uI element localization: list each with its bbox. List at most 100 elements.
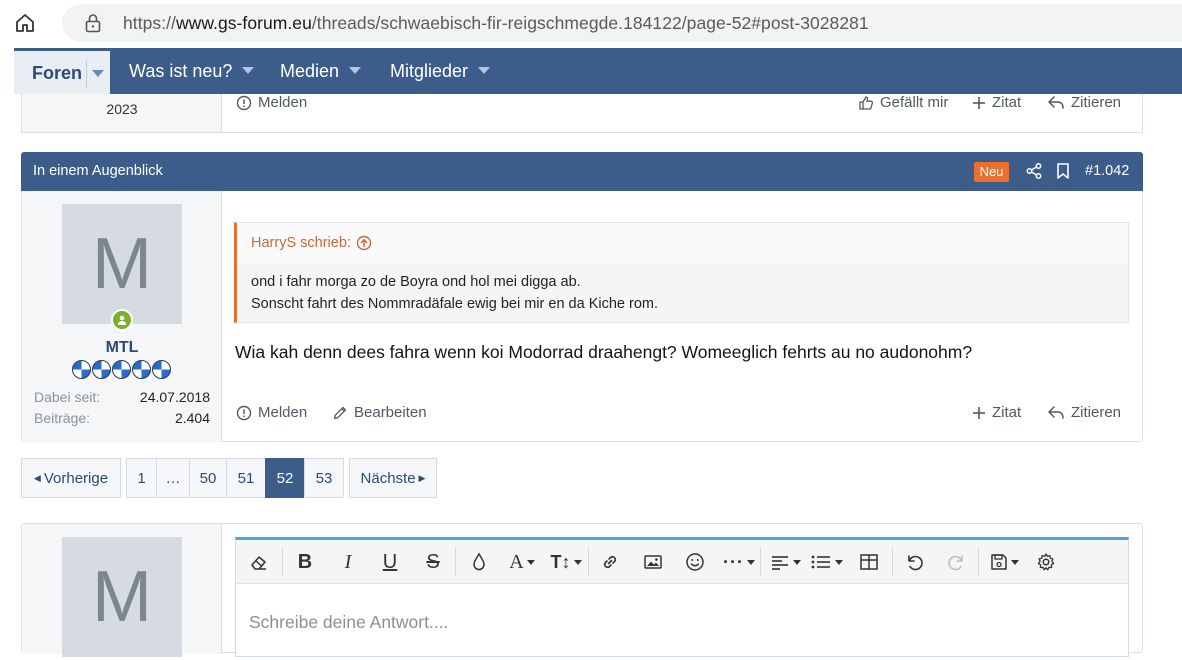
lock-icon xyxy=(84,13,102,33)
gear-icon[interactable] xyxy=(1034,550,1058,574)
bold-icon[interactable]: B xyxy=(294,550,316,574)
pagination-ellipsis[interactable]: … xyxy=(156,458,190,498)
username-link[interactable]: MTL xyxy=(22,339,222,357)
user-rank-icons xyxy=(72,360,172,380)
nav-item-media[interactable]: Medien xyxy=(280,61,362,82)
arrow-up-circle-icon xyxy=(356,235,372,251)
meta-label: Beiträge: xyxy=(34,410,91,426)
avatar[interactable]: M xyxy=(62,204,182,324)
chevron-left-icon: ◀ xyxy=(33,472,41,483)
bmw-logo-icon xyxy=(132,360,151,379)
like-button[interactable]: Gefällt mir xyxy=(858,94,948,111)
pagination-page-current[interactable]: 52 xyxy=(265,458,305,498)
toolbar-divider xyxy=(978,548,979,576)
thumbs-up-icon xyxy=(859,95,874,110)
post-header-title: In einem Augenblick xyxy=(33,163,163,179)
reply-quote-button[interactable]: Zitieren xyxy=(1047,404,1121,421)
redo-icon[interactable] xyxy=(945,550,969,574)
undo-icon[interactable] xyxy=(902,550,926,574)
align-icon[interactable] xyxy=(768,550,802,574)
pagination-page[interactable]: 51 xyxy=(226,458,266,498)
quote-author-label: HarryS schrieb: xyxy=(251,235,351,251)
bookmark-icon[interactable] xyxy=(1054,162,1072,180)
nav-item-label: Mitglieder xyxy=(390,61,469,81)
multiquote-button[interactable]: Zitat xyxy=(972,404,1021,421)
bmw-logo-icon xyxy=(92,360,111,379)
meta-value[interactable]: 2.404 xyxy=(175,410,210,426)
nav-item-label: Was ist neu? xyxy=(129,61,233,81)
reply-form: M B I U S A T↕ ··· Schreibe deine Antwor… xyxy=(21,523,1143,660)
image-icon[interactable] xyxy=(641,550,665,574)
pagination-next-label: Nächste xyxy=(360,469,416,487)
pagination-page[interactable]: 50 xyxy=(189,458,227,498)
pagination-page[interactable]: 1 xyxy=(126,458,157,498)
more-options-icon[interactable]: ··· xyxy=(722,550,756,574)
list-icon[interactable] xyxy=(808,550,844,574)
editor-toolbar: B I U S A T↕ ··· xyxy=(236,540,1128,584)
text-color-icon[interactable] xyxy=(468,550,490,574)
pagination-next-button[interactable]: Nächste ▶ xyxy=(349,458,437,498)
edit-label: Bearbeiten xyxy=(354,404,427,421)
nav-tab-label: Foren xyxy=(32,63,83,83)
user-meta-posts: Beiträge: 2.404 xyxy=(34,410,210,426)
toolbar-divider xyxy=(892,548,893,576)
nav-tab-foren[interactable]: Foren xyxy=(14,48,110,94)
chevron-right-icon: ▶ xyxy=(418,472,426,483)
italic-icon[interactable]: I xyxy=(337,550,359,574)
reply-quote-button[interactable]: Zitieren xyxy=(1047,94,1121,111)
url-field[interactable]: https://www.gs-forum.eu/threads/schwaebi… xyxy=(62,4,1182,42)
online-status-icon xyxy=(111,309,133,331)
user-meta-joined: Dabei seit: 24.07.2018 xyxy=(34,389,210,405)
reply-icon xyxy=(1048,405,1064,419)
edit-button[interactable]: Bearbeiten xyxy=(332,404,427,421)
quote-line: Sonscht fahrt des Nommradäfale ewig bei … xyxy=(251,296,658,312)
chevron-down-icon[interactable] xyxy=(92,70,104,77)
meta-value: 24.07.2018 xyxy=(139,389,210,405)
post: In einem Augenblick Neu #1.042 M MTL Dab… xyxy=(21,152,1143,442)
nav-item-label: Medien xyxy=(280,61,340,81)
browser-address-bar: https://www.gs-forum.eu/threads/schwaebi… xyxy=(0,0,1182,46)
post-body: Wia kah denn dees fahra wenn koi Modorra… xyxy=(235,342,973,362)
share-icon[interactable] xyxy=(1025,162,1043,180)
avatar-letter: M xyxy=(92,557,152,637)
reply-textarea[interactable] xyxy=(236,584,1128,660)
font-family-icon[interactable]: A xyxy=(504,550,540,574)
avatar[interactable]: M xyxy=(62,537,182,657)
pagination-page[interactable]: 53 xyxy=(304,458,344,498)
nav-item-whats-new[interactable]: Was ist neu? xyxy=(129,61,255,82)
post-header: In einem Augenblick Neu #1.042 xyxy=(21,152,1143,191)
toolbar-divider xyxy=(282,548,283,576)
reply-quote-label: Zitieren xyxy=(1071,404,1122,421)
reply-icon xyxy=(1048,95,1064,109)
smiley-icon[interactable] xyxy=(683,550,707,574)
link-icon[interactable] xyxy=(598,550,622,574)
eraser-icon[interactable] xyxy=(246,550,272,574)
nav-item-members[interactable]: Mitglieder xyxy=(390,61,491,82)
post-number-link[interactable]: #1.042 xyxy=(1085,163,1129,179)
underline-icon[interactable]: U xyxy=(379,550,401,574)
rich-text-editor: B I U S A T↕ ··· xyxy=(235,537,1129,660)
table-icon[interactable] xyxy=(857,550,881,574)
report-label: Melden xyxy=(258,404,308,421)
bmw-logo-icon xyxy=(112,360,131,379)
toolbar-divider xyxy=(455,548,456,576)
chevron-down-icon[interactable] xyxy=(478,66,491,74)
user-info-panel: M xyxy=(22,524,222,657)
pagination-prev-label: Vorherige xyxy=(43,469,109,487)
home-icon[interactable] xyxy=(10,9,40,37)
bmw-logo-icon xyxy=(152,360,171,379)
alert-circle-icon xyxy=(236,95,252,110)
chevron-down-icon[interactable] xyxy=(349,66,362,74)
font-size-icon[interactable]: T↕ xyxy=(547,550,585,574)
report-button[interactable]: Melden xyxy=(236,404,307,421)
pagination-prev-button[interactable]: ◀ Vorherige xyxy=(21,458,121,498)
multiquote-button[interactable]: Zitat xyxy=(972,94,1021,111)
quote-author-link[interactable]: HarryS schrieb: xyxy=(251,235,372,251)
strikethrough-icon[interactable]: S xyxy=(422,550,444,574)
forum-nav: Foren Was ist neu? Medien Mitglieder xyxy=(14,48,1182,94)
save-draft-icon[interactable] xyxy=(986,550,1022,574)
multiquote-label: Zitat xyxy=(992,404,1022,421)
chevron-down-icon[interactable] xyxy=(242,66,255,74)
multiquote-label: Zitat xyxy=(992,94,1022,111)
report-button[interactable]: Melden xyxy=(236,94,307,111)
